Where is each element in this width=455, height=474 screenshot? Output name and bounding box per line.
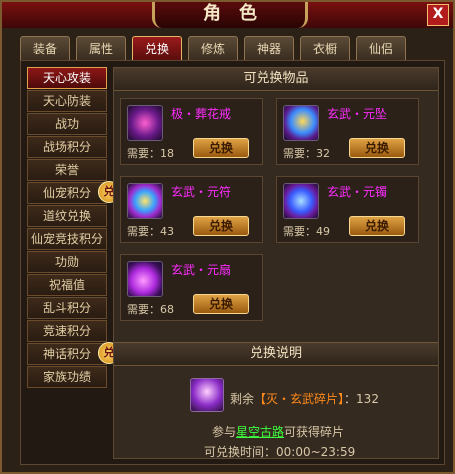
tab-partner[interactable]: 仙侣 [356, 36, 406, 60]
exchange-card: 极・葬花戒 需要：18 兑换 [120, 98, 263, 165]
tab-artifact[interactable]: 神器 [244, 36, 294, 60]
sidebar-item-honor[interactable]: 荣誉 [27, 159, 107, 181]
tab-attributes[interactable]: 属性 [76, 36, 126, 60]
sidebar: 天心攻装 天心防装 战功 战场积分 荣誉 仙宠积分兑 道纹兑换 仙宠竞技积分 功… [27, 67, 120, 389]
sidebar-item-race-points[interactable]: 竞速积分 [27, 320, 107, 342]
close-icon[interactable]: X [427, 4, 449, 26]
sidebar-item-merit[interactable]: 战功 [27, 113, 107, 135]
sidebar-item-exploits[interactable]: 功勋 [27, 251, 107, 273]
item-name: 玄武・元镯 [327, 185, 388, 199]
item-cost: 需要：68 [127, 303, 174, 316]
exchange-info: 兑换说明 剩余【灭・玄武碎片】：132 参与星空古路可获得碎片 可兑换时间：00… [114, 342, 438, 459]
info-title: 兑换说明 [114, 342, 438, 366]
sidebar-item-label: 战功 [54, 117, 79, 131]
sidebar-item-label: 天心攻装 [42, 71, 91, 85]
fragment-remaining: 剩余【灭・玄武碎片】：132 [230, 392, 379, 406]
item-name: 玄武・元扇 [171, 263, 232, 277]
fragment-source: 参与星空古路可获得碎片 [212, 425, 345, 439]
exchange-button[interactable]: 兑换 [349, 216, 405, 236]
window-title: 角色 [203, 3, 275, 24]
sidebar-item-label: 荣誉 [54, 163, 79, 177]
item-cost: 需要：18 [127, 147, 174, 160]
exchange-card: 玄武・元镯 需要：49 兑换 [276, 176, 419, 243]
item-name: 玄武・元符 [171, 185, 232, 199]
item-cost: 需要：32 [283, 147, 330, 160]
sidebar-item-label: 家族功绩 [42, 370, 91, 384]
tab-equipment[interactable]: 装备 [20, 36, 70, 60]
sidebar-item-label: 天心防装 [42, 94, 91, 108]
exchange-time: 可兑换时间：00:00~23:59 [204, 445, 356, 459]
sidebar-item-label: 竞速积分 [42, 324, 91, 338]
tab-exchange[interactable]: 兑换 [132, 36, 182, 60]
sidebar-item-family-merit[interactable]: 家族功绩 [27, 366, 107, 388]
title-plate: 角色 [152, 2, 308, 28]
exchange-card: 玄武・元坠 需要：32 兑换 [276, 98, 419, 165]
sidebar-item-label: 乱斗积分 [42, 301, 91, 315]
sidebar-item-pet-arena-points[interactable]: 仙宠竞技积分 [27, 228, 107, 250]
tab-wardrobe[interactable]: 衣橱 [300, 36, 350, 60]
sidebar-item-myth-points[interactable]: 神话积分兑 [27, 342, 120, 365]
exchange-button[interactable]: 兑换 [193, 294, 249, 314]
sidebar-item-battlefield-points[interactable]: 战场积分 [27, 136, 107, 158]
sidebar-item-blessing[interactable]: 祝福值 [27, 274, 107, 296]
talisman-icon [127, 183, 163, 219]
item-name: 玄武・元坠 [327, 107, 388, 121]
item-cost: 需要：43 [127, 225, 174, 238]
sidebar-item-label: 道纹兑换 [42, 209, 91, 223]
exchange-button[interactable]: 兑换 [349, 138, 405, 158]
tab-cultivation[interactable]: 修炼 [188, 36, 238, 60]
ring-icon [127, 105, 163, 141]
sidebar-item-brawl-points[interactable]: 乱斗积分 [27, 297, 107, 319]
exchange-main: 可兑换物品 极・葬花戒 需要：18 兑换 玄武・元坠 需要：32 兑换 玄武・元… [113, 67, 439, 459]
exchange-button[interactable]: 兑换 [193, 138, 249, 158]
title-bar: 角色 X [2, 2, 453, 28]
content-panel: 天心攻装 天心防装 战功 战场积分 荣誉 仙宠积分兑 道纹兑换 仙宠竞技积分 功… [20, 60, 445, 465]
sidebar-item-rune-exchange[interactable]: 道纹兑换 [27, 205, 107, 227]
fragment-icon [190, 378, 224, 412]
character-window: 角色 X 装备 属性 兑换 修炼 神器 衣橱 仙侣 天心攻装 天心防装 战功 战… [0, 0, 455, 474]
sidebar-item-label: 祝福值 [48, 278, 85, 292]
sidebar-item-label: 仙宠竞技积分 [30, 232, 103, 246]
exchange-card: 玄武・元符 需要：43 兑换 [120, 176, 263, 243]
sidebar-item-pet-points[interactable]: 仙宠积分兑 [27, 181, 120, 204]
exchange-title: 可兑换物品 [114, 68, 438, 91]
starry-road-link[interactable]: 星空古路 [236, 425, 284, 439]
sidebar-item-label: 战场积分 [42, 140, 91, 154]
sidebar-item-tianxin-defense[interactable]: 天心防装 [27, 90, 107, 112]
sidebar-item-label: 仙宠积分 [42, 186, 91, 200]
sidebar-item-tianxin-attack[interactable]: 天心攻装 [27, 67, 107, 89]
fan-icon [127, 261, 163, 297]
pendant-icon [283, 105, 319, 141]
sidebar-item-label: 功勋 [54, 255, 79, 269]
sidebar-item-label: 神话积分 [42, 347, 91, 361]
item-cost: 需要：49 [283, 225, 330, 238]
bracelet-icon [283, 183, 319, 219]
exchange-button[interactable]: 兑换 [193, 216, 249, 236]
item-name: 极・葬花戒 [171, 107, 232, 121]
exchange-card: 玄武・元扇 需要：68 兑换 [120, 254, 263, 321]
